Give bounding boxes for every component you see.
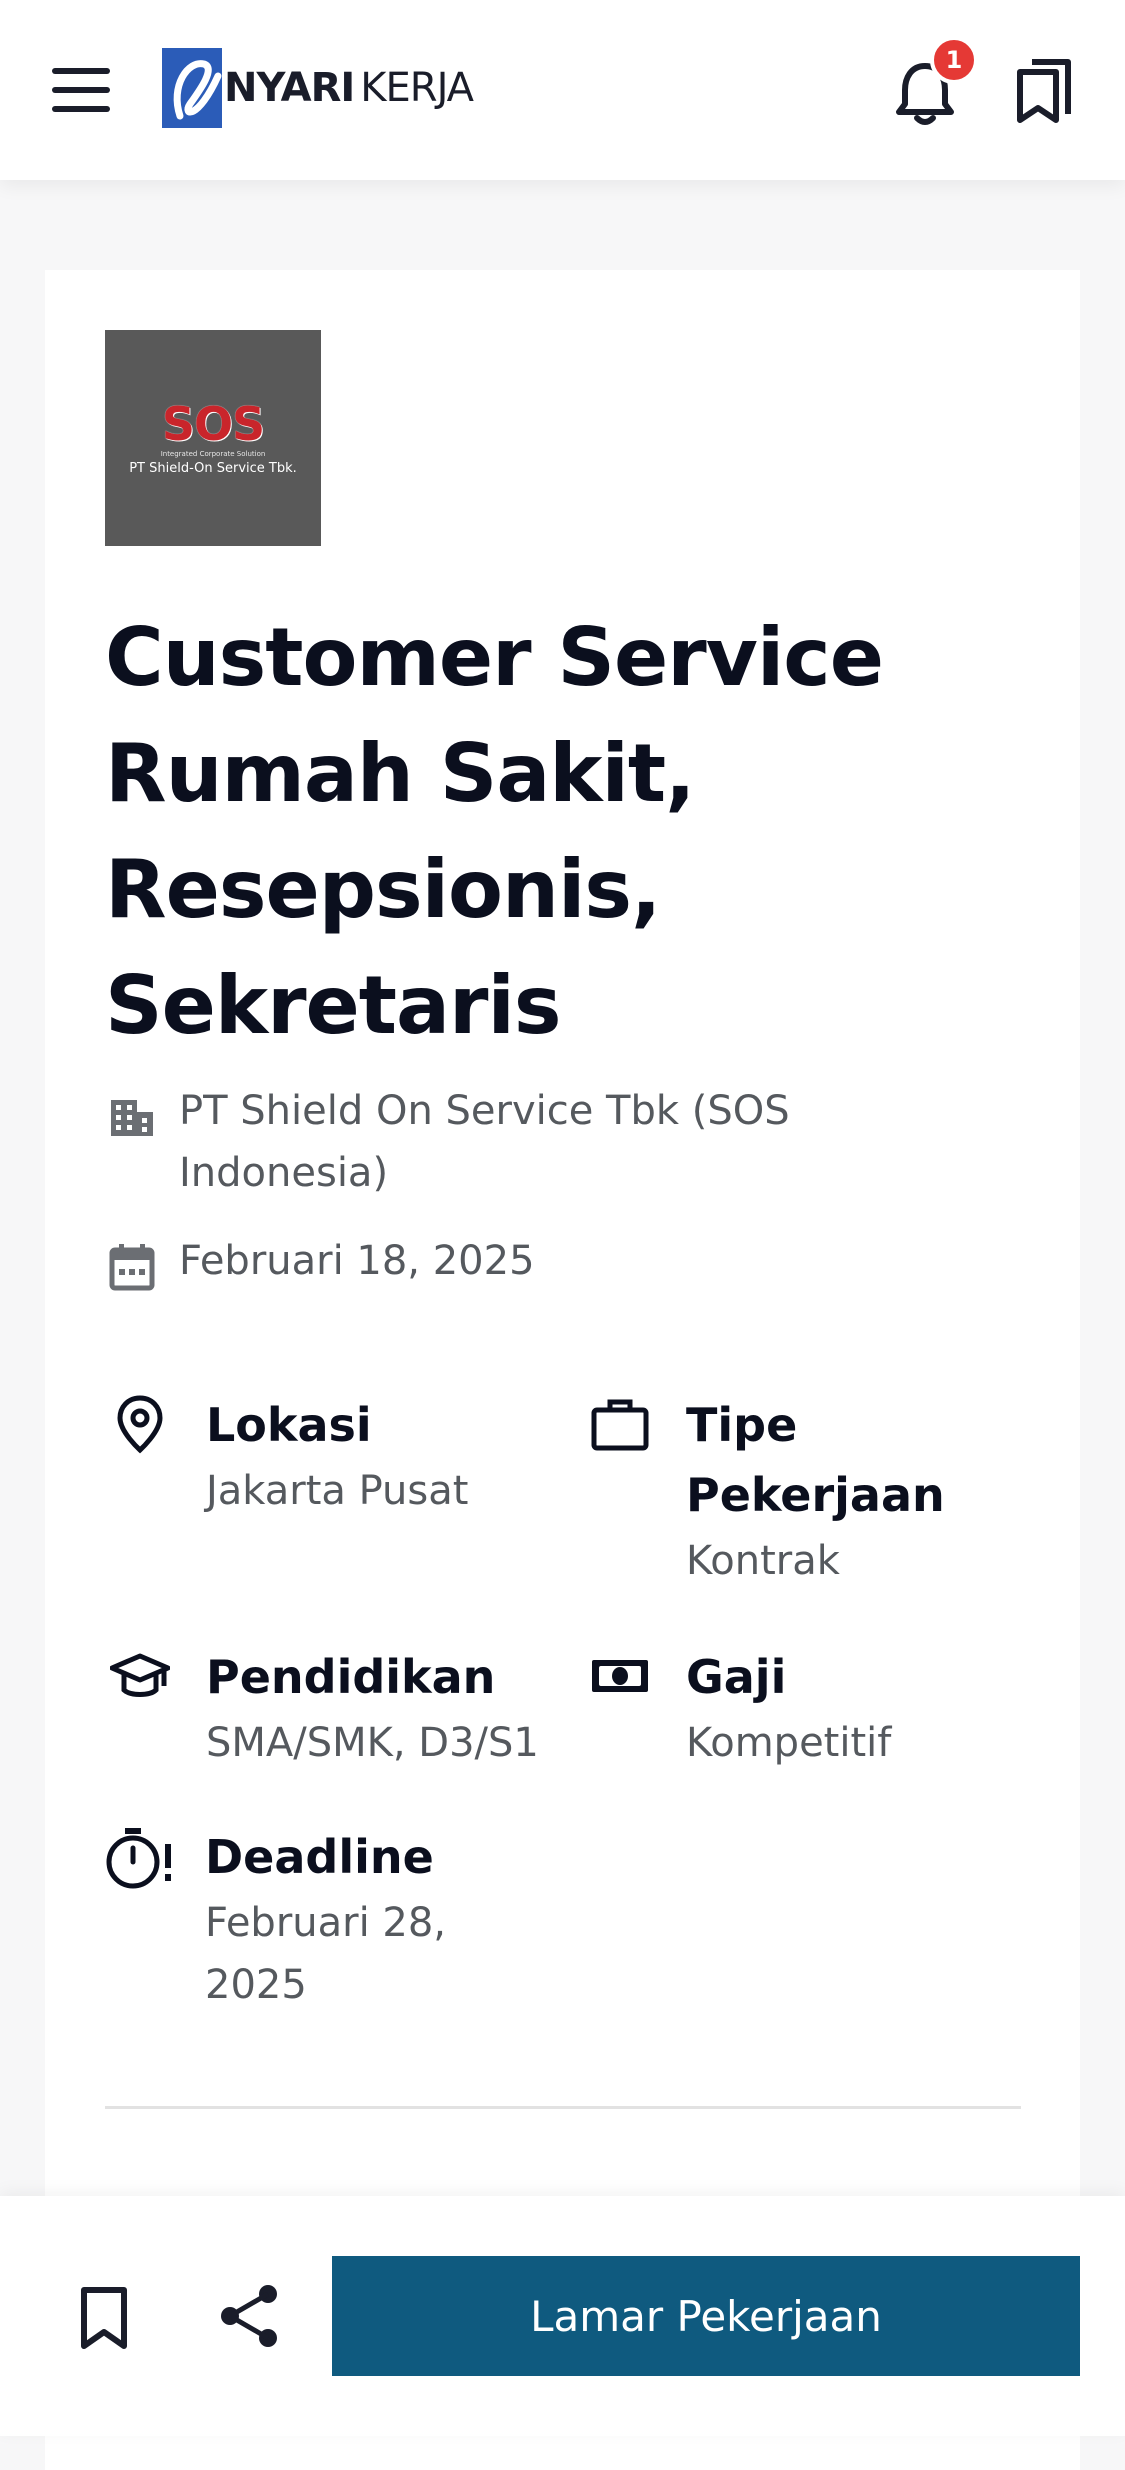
salary-value: Kompetitif [686,1720,892,1766]
job-title: Customer Service Rumah Sakit, Resepsioni… [105,611,884,1052]
logo-mark-icon [162,48,222,128]
education-value: SMA/SMK, D3/S1 [206,1720,539,1766]
location-pin-icon [117,1395,163,1454]
deadline-label: Deadline [205,1830,434,1884]
deadline-value: Februari 28, 2025 [205,1900,447,2008]
posted-date: Februari 18, 2025 [179,1238,535,1284]
job-type-value: Kontrak [686,1538,840,1584]
education-detail: Pendidikan SMA/SMK, D3/S1 [110,1642,539,1774]
stopwatch-alert-icon [106,1828,171,1889]
notification-badge: 1 [930,36,978,84]
app-logo[interactable]: NYARI KERJA [160,46,474,130]
company-logo-tagline: Integrated Corporate Solution [160,449,266,458]
location-value: Jakarta Pusat [206,1468,469,1514]
building-icon [111,1100,153,1136]
company-logo: SOS Integrated Corporate Solution PT Shi… [105,330,321,546]
job-type-label: Tipe Pekerjaan [686,1398,945,1522]
deadline-detail: Deadline Februari 28, 2025 [105,1822,525,2016]
salary-detail: Gaji Kompetitif [590,1642,891,1774]
calendar-icon [109,1244,155,1291]
company-logo-text: SOS [161,396,265,451]
location-detail: Lokasi Jakarta Pusat [110,1390,468,1522]
bottom-action-bar: Lamar Pekerjaan [0,2196,1125,2436]
apply-job-button[interactable]: Lamar Pekerjaan [332,2256,1080,2376]
menu-icon[interactable] [52,68,110,112]
graduation-cap-icon [110,1653,170,1697]
bookmark-icon[interactable] [76,2286,132,2350]
company-row: PT Shield On Service Tbk (SOS Indonesia) [105,1080,899,1204]
cash-icon [592,1660,648,1692]
location-label: Lokasi [206,1398,372,1452]
company-name[interactable]: PT Shield On Service Tbk (SOS Indonesia) [179,1080,899,1204]
logo-text-bold: NYARI [224,65,355,111]
salary-label: Gaji [686,1650,787,1704]
company-logo-name: PT Shield-On Service Tbk. [129,460,297,476]
app-header: NYARI KERJA 1 [0,0,1125,180]
logo-text: NYARI KERJA [224,65,474,111]
saved-jobs-icon[interactable] [1014,56,1074,126]
logo-text-light: KERJA [360,65,474,111]
job-type-detail: Tipe Pekerjaan Kontrak [590,1390,1030,1592]
briefcase-icon [591,1399,649,1451]
share-icon[interactable] [218,2282,282,2350]
job-detail-card: SOS Integrated Corporate Solution PT Shi… [45,270,1080,2470]
section-divider [105,2106,1021,2109]
education-label: Pendidikan [206,1650,496,1704]
posted-date-row: Februari 18, 2025 [105,1230,899,1294]
